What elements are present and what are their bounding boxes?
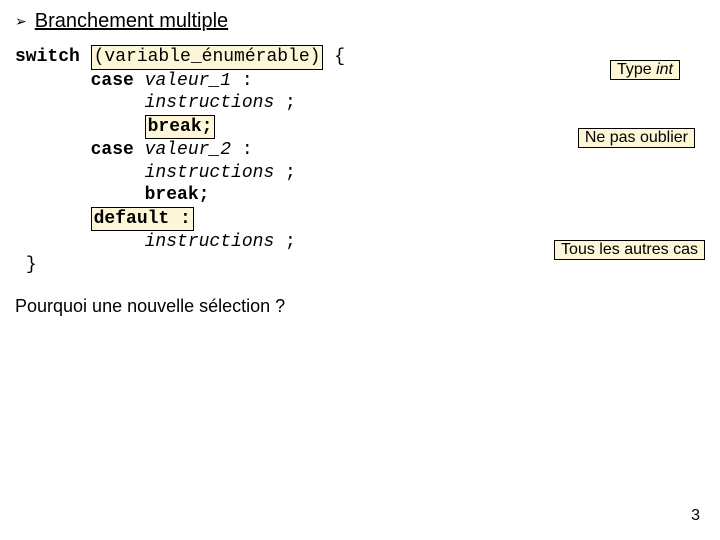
- bullet-icon: ➢: [15, 13, 27, 30]
- default-box: default :: [91, 207, 194, 232]
- heading-row: ➢ Branchement multiple: [15, 10, 705, 33]
- case1-value: valeur_1: [145, 71, 231, 91]
- kw-case-1: case: [91, 71, 134, 91]
- semi-1: ;: [274, 93, 296, 113]
- kw-case-2: case: [91, 140, 134, 160]
- semi-3: ;: [274, 232, 296, 252]
- close-brace: }: [26, 255, 37, 275]
- annotation-other-cases: Tous les autres cas: [554, 240, 705, 260]
- switch-expression-box: (variable_énumérable): [91, 45, 324, 70]
- break-2: break;: [145, 185, 210, 205]
- semi-2: ;: [274, 163, 296, 183]
- annotation-type-label: Type: [617, 61, 656, 78]
- instr-3: instructions: [145, 232, 275, 252]
- colon-1: :: [231, 71, 253, 91]
- page-number: 3: [691, 507, 700, 525]
- instr-1: instructions: [145, 93, 275, 113]
- kw-switch: switch: [15, 47, 80, 67]
- instr-2: instructions: [145, 163, 275, 183]
- question-text: Pourquoi une nouvelle sélection ?: [15, 296, 705, 317]
- case2-value: valeur_2: [145, 140, 231, 160]
- annotation-type-int: Type int: [610, 60, 680, 80]
- slide-title: Branchement multiple: [35, 10, 228, 33]
- colon-2: :: [231, 140, 253, 160]
- open-brace: {: [323, 47, 345, 67]
- annotation-type-value: int: [656, 61, 673, 78]
- break-box: break;: [145, 115, 216, 140]
- annotation-dont-forget: Ne pas oublier: [578, 128, 695, 148]
